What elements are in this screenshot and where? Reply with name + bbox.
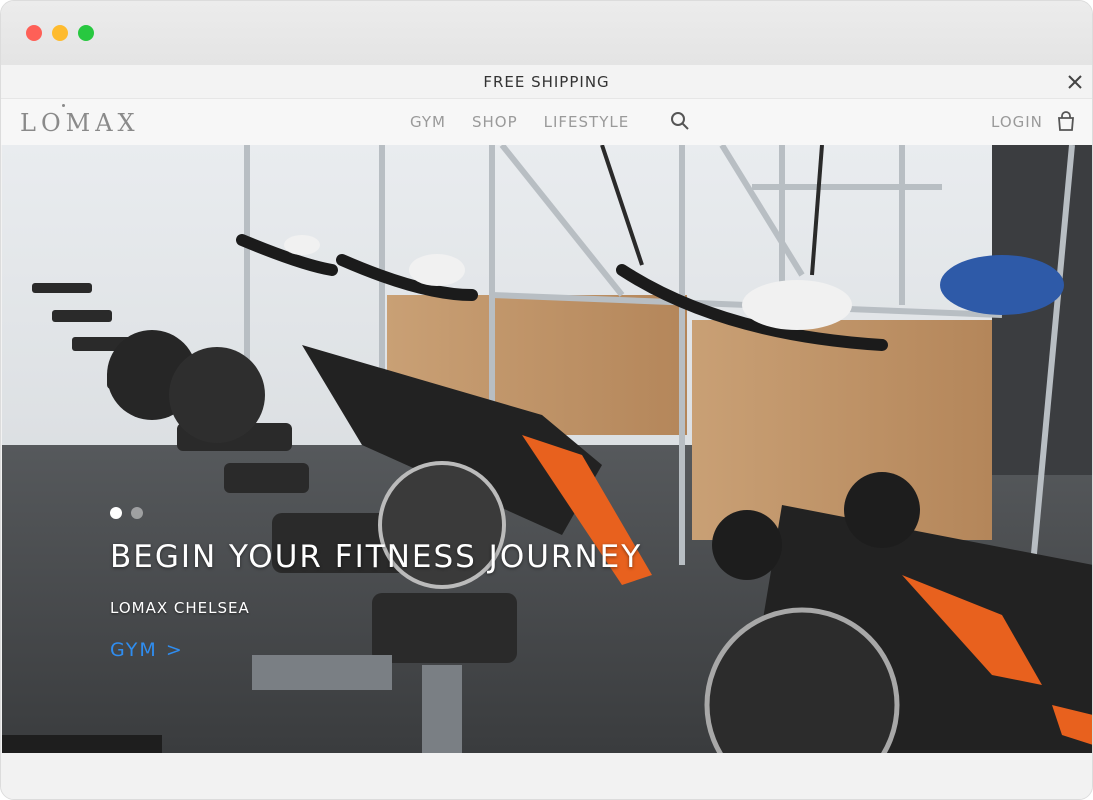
hero-gym-link[interactable]: GYM > xyxy=(110,639,184,661)
hero-image xyxy=(2,145,1092,753)
nav-link-shop[interactable]: SHOP xyxy=(472,113,518,131)
nav-links: GYM SHOP LIFESTYLE xyxy=(410,113,655,131)
main-navigation: LOMAX GYM SHOP LIFESTYLE LOGIN xyxy=(1,99,1092,145)
promo-bar: FREE SHIPPING xyxy=(1,65,1092,99)
login-link[interactable]: LOGIN xyxy=(991,113,1043,131)
close-icon[interactable] xyxy=(1064,71,1086,93)
hero-banner: BEGIN YOUR FITNESS JOURNEY LOMAX CHELSEA… xyxy=(2,145,1092,753)
window-titlebar xyxy=(1,1,1092,65)
nav-link-gym[interactable]: GYM xyxy=(410,113,446,131)
slide-dot-1[interactable] xyxy=(110,507,122,519)
shopping-bag-icon[interactable] xyxy=(1056,110,1076,132)
minimize-window-button[interactable] xyxy=(52,25,68,41)
slide-dot-2[interactable] xyxy=(131,507,143,519)
hero-title: BEGIN YOUR FITNESS JOURNEY xyxy=(110,539,643,575)
close-window-button[interactable] xyxy=(26,25,42,41)
browser-window: FREE SHIPPING LOMAX GYM SHOP LIFESTYLE L… xyxy=(0,0,1093,800)
site-logo[interactable]: LOMAX xyxy=(20,109,140,137)
slide-indicators xyxy=(110,507,143,519)
search-icon[interactable] xyxy=(670,111,690,131)
hero-subtitle: LOMAX CHELSEA xyxy=(110,599,250,617)
page-bottom-strip xyxy=(1,753,1092,799)
logo-dot xyxy=(62,104,65,107)
maximize-window-button[interactable] xyxy=(78,25,94,41)
nav-link-lifestyle[interactable]: LIFESTYLE xyxy=(544,113,630,131)
promo-text: FREE SHIPPING xyxy=(483,72,610,91)
